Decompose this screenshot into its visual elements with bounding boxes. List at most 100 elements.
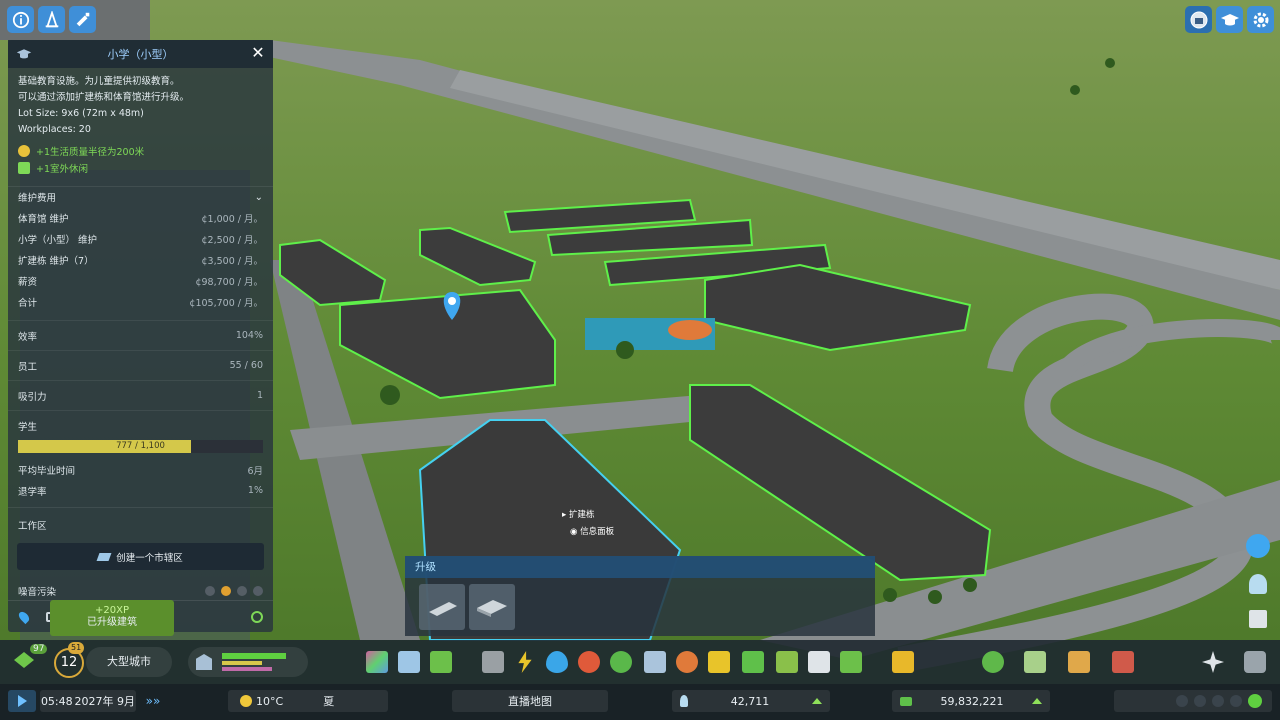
leisure-icon: [18, 161, 30, 174]
population-display[interactable]: 42,711: [672, 690, 830, 712]
date-label: 2027年 9月: [74, 695, 136, 708]
stat-efficiency: 效率 104%: [8, 320, 273, 350]
economy-icon[interactable]: [1068, 651, 1090, 673]
police-icon[interactable]: [708, 651, 730, 673]
road-services-button[interactable]: [38, 6, 65, 33]
milestone-badge[interactable]: 12 51: [54, 642, 85, 678]
graduation-cap-icon: [1220, 13, 1239, 25]
landscaping-icon[interactable]: [430, 651, 452, 673]
city-services-meter[interactable]: [188, 647, 308, 677]
upgrade-slot-extension[interactable]: [419, 584, 465, 630]
close-button[interactable]: ✕: [250, 45, 266, 61]
noise-level-icon: [221, 585, 231, 596]
indicator-icon: [1194, 695, 1206, 707]
bulldoze-button[interactable]: [69, 6, 96, 33]
students-progress-bar: 777 / 1,100: [18, 440, 263, 453]
money-trend-up-icon: [1031, 698, 1042, 704]
upkeep-row: 扩建栋 维护（7） ¢3,500 / 月。: [18, 255, 263, 267]
indicator-icon: [1176, 695, 1188, 707]
district-icon: [96, 552, 112, 561]
season-label: 夏: [323, 695, 335, 708]
stat-dropout-rate: 退学率 1%: [18, 485, 263, 498]
happiness-indicators[interactable]: [1114, 690, 1272, 712]
chirper-icon[interactable]: [1246, 534, 1270, 558]
demand-bar-yellow: [222, 661, 262, 665]
context-menu: ▸ 扩建栋 ◉ 信息面板: [562, 507, 614, 541]
workplaces: Workplaces: 20: [18, 124, 91, 135]
upkeep-total-row: 合计 ¢105,700 / 月。: [18, 297, 263, 309]
level-badge[interactable]: 97: [10, 644, 48, 674]
city-emblem-button[interactable]: [1185, 6, 1212, 33]
stat-employees: 员工 55 / 60: [8, 350, 273, 380]
clock-display: 05:48 2027年 9月: [40, 690, 136, 712]
population-trend-up-icon: [812, 698, 822, 704]
building-info-panel: 小学（小型） ✕ 基础教育设施。为儿童提供初级教育。 可以通过添加扩建栋和体育馆…: [8, 40, 273, 632]
citizen-icon[interactable]: [1249, 574, 1267, 594]
transport-icon[interactable]: [742, 651, 764, 673]
communications-icon[interactable]: [808, 651, 830, 673]
city-building-icon: [196, 654, 212, 670]
xp-notification: +20XP 已升级建筑: [50, 600, 174, 636]
upkeep-row: 小学（小型） 维护 ¢2,500 / 月。: [18, 234, 263, 246]
weather-display: 10°C 夏: [228, 690, 388, 712]
map-tiles-icon[interactable]: [1024, 651, 1046, 673]
context-item-info-panel[interactable]: ◉ 信息面板: [562, 524, 614, 541]
perk-wellbeing: +1生活质量半径为200米: [8, 142, 273, 159]
description-line: 基础教育设施。为儿童提供初级教育。: [18, 76, 180, 87]
xp-amount: +20XP: [95, 605, 129, 616]
speed-button[interactable]: »»: [140, 690, 166, 712]
checklist-icon[interactable]: [1249, 610, 1267, 628]
noise-level-icon: [205, 585, 215, 596]
location-pin-icon[interactable]: [16, 609, 32, 624]
parks-icon[interactable]: [776, 651, 798, 673]
play-button[interactable]: [8, 690, 36, 712]
indicator-icon: [1212, 695, 1224, 707]
city-emblem-icon: [1190, 11, 1207, 28]
statistics-icon[interactable]: [1112, 651, 1134, 673]
sun-icon: [240, 695, 252, 707]
education-icon[interactable]: [644, 651, 666, 673]
info-view-button[interactable]: [7, 6, 34, 33]
gymnasium-icon: [477, 600, 507, 617]
area-tool-icon[interactable]: [398, 651, 420, 673]
live-map-button[interactable]: 直播地图: [452, 690, 608, 712]
stat-attractiveness: 吸引力 1: [8, 380, 273, 410]
traffic-cone-icon: [45, 10, 58, 27]
water-icon[interactable]: [546, 651, 568, 673]
zoning-tool-icon[interactable]: [366, 651, 388, 673]
panel-title: 小学（小型）: [107, 48, 174, 61]
create-district-button[interactable]: 创建一个市辖区: [17, 543, 264, 570]
landmarks-icon[interactable]: [840, 651, 862, 673]
districts-icon[interactable]: [982, 651, 1004, 673]
milestone-number: 12: [60, 655, 78, 670]
xp-message: 已升级建筑: [87, 617, 137, 628]
noise-level-icon: [237, 585, 247, 596]
upkeep-row: 体育馆 维护 ¢1,000 / 月。: [18, 213, 263, 225]
power-toggle-icon[interactable]: [251, 610, 263, 623]
context-item-extension[interactable]: ▸ 扩建栋: [562, 507, 614, 524]
garbage-icon[interactable]: [610, 651, 632, 673]
extension-wing-icon: [429, 602, 457, 616]
indicator-icon: [1230, 695, 1242, 707]
healthcare-icon[interactable]: [578, 651, 600, 673]
students-label: 学生: [8, 410, 273, 440]
close-icon: ✕: [251, 43, 265, 62]
settings-button[interactable]: [1247, 6, 1274, 33]
noise-level-icon: [253, 585, 263, 596]
money-amount: 59,832,221: [940, 694, 1004, 708]
stat-graduation-time: 平均毕业时间 6月: [18, 465, 263, 477]
fire-icon[interactable]: [676, 651, 698, 673]
upgrade-title: 升级: [405, 556, 875, 578]
upgrade-slot-gymnasium[interactable]: [469, 584, 515, 630]
signature-buildings-icon[interactable]: [892, 651, 914, 673]
upkeep-header[interactable]: 维护费用 ⌄: [8, 187, 273, 207]
population-icon: [680, 695, 688, 707]
status-bar: [0, 684, 1280, 720]
population-count: 42,711: [730, 694, 770, 708]
progression-button[interactable]: [1216, 6, 1243, 33]
students-count: 777 / 1,100: [116, 441, 165, 451]
upgrade-panel: 升级: [405, 556, 875, 636]
photo-mode-icon[interactable]: [1244, 651, 1266, 673]
roads-icon[interactable]: [482, 651, 504, 673]
money-display[interactable]: 59,832,221: [892, 690, 1050, 712]
